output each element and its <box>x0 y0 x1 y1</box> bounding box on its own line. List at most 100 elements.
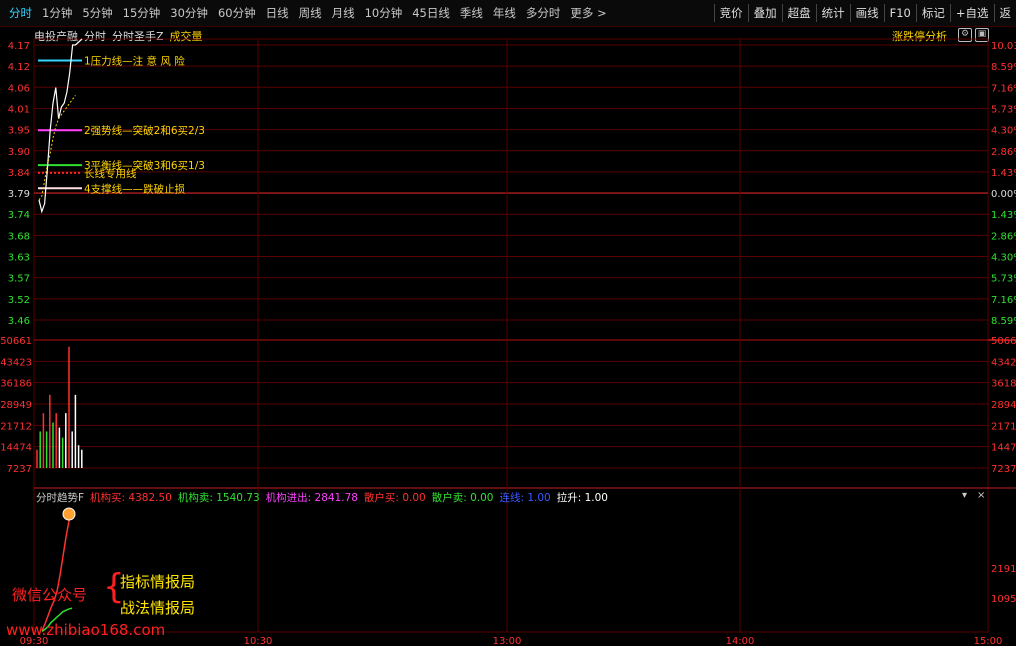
period-toolbar: 分时 1分钟 5分钟 15分钟 30分钟 60分钟 日线 周线 月线 10分钟 45日线 季线 年线 多分… <box>0 0 1016 27</box>
time-tick-label: 13:00 <box>493 636 522 646</box>
toolbar-button-8[interactable]: 返 <box>993 4 1016 22</box>
price-tick-label: 3.46 <box>8 316 30 327</box>
volume-label: 成交量 <box>169 30 203 43</box>
pct-tick-label: 10.03 <box>991 41 1016 52</box>
tab-10[interactable]: 45日线 <box>407 5 455 21</box>
indicator-name[interactable]: 分时圣手Z <box>112 28 164 44</box>
toolbar-button-2[interactable]: 超盘 <box>781 4 816 22</box>
pct-tick-label: 1.43% <box>991 210 1016 221</box>
price-tick-label: 3.90 <box>8 147 30 158</box>
chart-header: 电投产融 分时 分时圣手Z 成交量 <box>34 28 203 44</box>
period-tabs: 分时 1分钟 5分钟 15分钟 30分钟 60分钟 日线 周线 月线 10分钟 45日线 季线 年线 多分… <box>4 5 612 21</box>
watermark-account: 微信公众号 <box>12 586 88 604</box>
volume-tick-label: 43423 <box>991 357 1016 368</box>
tab-7[interactable]: 周线 <box>294 5 327 21</box>
indicator-field-6: 连线: 1.00 <box>499 492 551 504</box>
pct-tick-label: 5.73% <box>991 274 1016 285</box>
pct-tick-label: 8.59% <box>991 316 1016 327</box>
pct-tick-label: 4.30% <box>991 126 1016 137</box>
indicator-field-2: 机构卖: 1540.73 <box>177 492 260 504</box>
volume-tick-label: 7237 <box>7 464 32 475</box>
indicator-field-1: 机构买: 4382.50 <box>90 492 172 504</box>
price-tick-label: 3.84 <box>8 168 30 179</box>
time-tick-label: 14:00 <box>726 636 755 646</box>
indicator-field-0: 分时趋势F <box>36 492 85 504</box>
price-level-label: 4支撑线——跌破止损 <box>84 182 186 195</box>
tab-12[interactable]: 年线 <box>488 5 521 21</box>
toolbar-button-4[interactable]: 画线 <box>849 4 884 22</box>
tab-2[interactable]: 5分钟 <box>77 5 117 21</box>
indicator-tick-label: 1095 <box>991 594 1016 605</box>
avg-price-line <box>38 95 76 201</box>
price-tick-label: 3.95 <box>8 126 30 137</box>
tab-14[interactable]: 更多 > <box>565 5 611 21</box>
collapse-icon[interactable]: ▾ <box>962 490 967 501</box>
close-icon[interactable]: × <box>977 490 985 501</box>
watermark-line2: 战法情报局 <box>120 599 196 617</box>
price-line <box>38 44 76 214</box>
pct-tick-label: 7.16% <box>991 83 1016 94</box>
pct-tick-label: 2.86% <box>991 231 1016 242</box>
price-level-label: 长线专用线 <box>84 167 137 180</box>
tab-0[interactable]: 分时 <box>4 5 37 21</box>
price-tick-label: 4.17 <box>8 41 30 52</box>
tab-1[interactable]: 1分钟 <box>37 5 77 21</box>
pct-tick-label: 8.59% <box>991 62 1016 73</box>
stock-name: 电投产融 <box>34 30 78 43</box>
volume-tick-label: 21712 <box>0 421 32 432</box>
rally-signal-icon <box>62 507 76 521</box>
chart-mode: 分时 <box>84 30 106 43</box>
tab-11[interactable]: 季线 <box>455 5 488 21</box>
time-tick-label: 10:30 <box>244 636 273 646</box>
price-tick-label: 3.57 <box>8 274 30 285</box>
price-tick-label: 3.68 <box>8 231 30 242</box>
toolbar-button-0[interactable]: 竞价 <box>713 4 748 22</box>
toolbar-button-7[interactable]: +自选 <box>949 4 994 22</box>
price-level-label: 2强势线—突破2和6买2/3 <box>84 124 205 137</box>
indicator-field-4: 散户买: 0.00 <box>363 492 426 504</box>
volume-tick-label: 7237 <box>991 464 1016 475</box>
pct-tick-label: 1.43% <box>991 168 1016 179</box>
pct-tick-label: 0.00% <box>991 189 1016 200</box>
toolbar-button-6[interactable]: 标记 <box>915 4 950 22</box>
tab-13[interactable]: 多分时 <box>521 5 566 21</box>
volume-tick-label: 28949 <box>991 400 1016 411</box>
toolbar-button-3[interactable]: 统计 <box>815 4 850 22</box>
tab-6[interactable]: 日线 <box>261 5 294 21</box>
tab-9[interactable]: 10分钟 <box>360 5 408 21</box>
volume-tick-label: 36186 <box>991 379 1016 390</box>
intraday-chart: 4.17 10.03 4.12 8.59% 4.06 7.16% 4.01 5.73% 3.95… <box>0 38 1016 646</box>
settings-icon[interactable]: ⚙ <box>958 28 972 42</box>
volume-tick-label: 36186 <box>0 379 32 390</box>
price-tick-label: 4.06 <box>8 83 30 94</box>
pct-tick-label: 4.30% <box>991 253 1016 264</box>
tab-5[interactable]: 60分钟 <box>213 5 261 21</box>
toolbar-button-1[interactable]: 叠加 <box>747 4 782 22</box>
tab-3[interactable]: 15分钟 <box>118 5 166 21</box>
indicator-field-7: 拉升: 1.00 <box>556 492 608 504</box>
tab-8[interactable]: 月线 <box>327 5 360 21</box>
toolbar-button-5[interactable]: F10 <box>883 4 916 22</box>
volume-tick-label: 43423 <box>0 357 32 368</box>
volume-tick-label: 50661 <box>991 336 1016 347</box>
price-tick-label: 3.74 <box>8 210 30 221</box>
indicator-tick-label: 2191 <box>991 564 1016 575</box>
chart-frame <box>33 38 989 633</box>
volume-tick-label: 14474 <box>991 443 1016 454</box>
indicator-field-5: 散户卖: 0.00 <box>431 492 494 504</box>
pct-tick-label: 5.73% <box>991 104 1016 115</box>
volume-tick-label: 14474 <box>0 443 32 454</box>
window-icon[interactable]: ▣ <box>975 28 989 42</box>
indicator-field-3: 机构进出: 2841.78 <box>265 492 358 504</box>
indicator-header: 分时趋势F 机构买: 4382.50 机构卖: 1540.73 机构进出: 2841.… <box>36 490 608 505</box>
price-tick-label: 4.01 <box>8 104 30 115</box>
tab-4[interactable]: 30分钟 <box>165 5 213 21</box>
price-level-label: 3平衡线—突破3和6买1/3 <box>84 159 205 172</box>
watermark-url: www.zhibiao168.com <box>6 621 166 639</box>
price-tick-label: 4.12 <box>8 62 30 73</box>
right-toolbar: 竞价 叠加 超盘 统计 画线 F10 标记 +自选返 <box>713 4 1016 22</box>
pct-tick-label: 7.16% <box>991 295 1016 306</box>
volume-tick-label: 50661 <box>0 336 32 347</box>
limit-analysis-button[interactable]: 涨跌停分析 <box>892 28 947 44</box>
pct-tick-label: 2.86% <box>991 147 1016 158</box>
